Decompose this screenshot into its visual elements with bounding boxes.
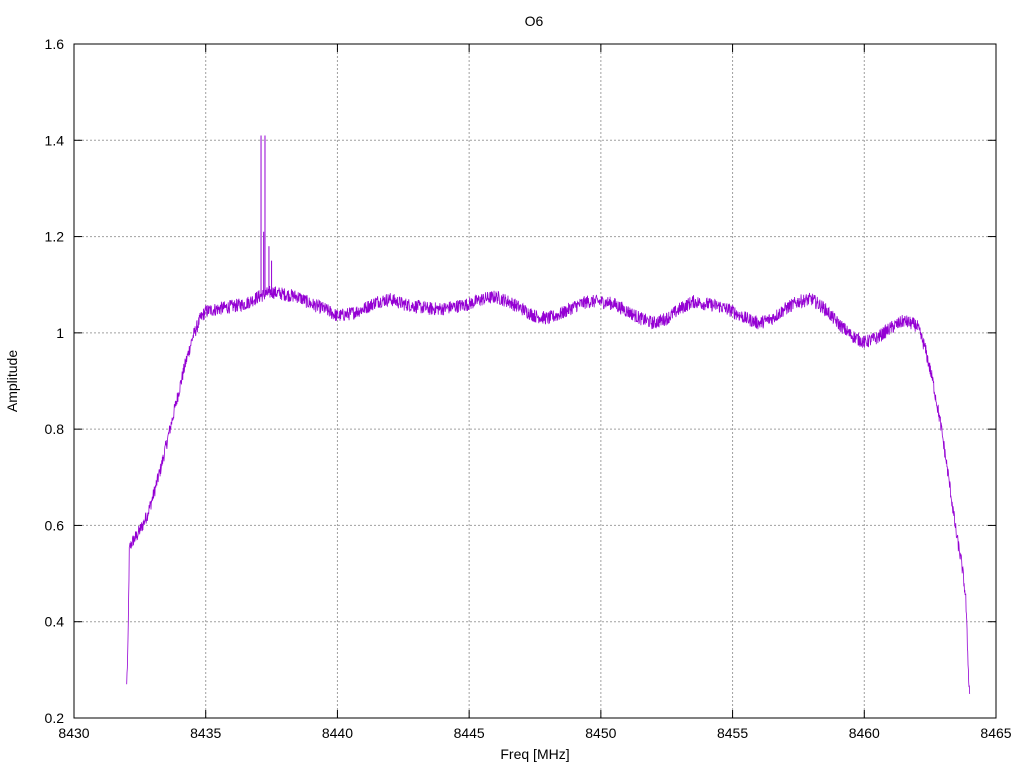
- x-axis-label: Freq [MHz]: [500, 746, 569, 762]
- y-tick-label: 1.2: [45, 229, 65, 245]
- y-tick-label: 1: [56, 325, 64, 341]
- grid: [74, 44, 996, 718]
- series-line: [126, 285, 971, 694]
- data-series: [126, 135, 971, 694]
- x-tick-label: 8450: [585, 725, 616, 741]
- ticks: 8430 8435 8440 8445 8450 8455 8460 8465 0.2 0.4 0.…: [45, 36, 1012, 741]
- x-tick-label: 8430: [58, 725, 89, 741]
- x-tick-label: 8435: [190, 725, 221, 741]
- y-axis-label: Amplitude: [4, 350, 20, 412]
- y-tick-label: 0.6: [45, 517, 65, 533]
- y-tick-label: 1.6: [45, 36, 65, 52]
- x-tick-label: 8455: [717, 725, 748, 741]
- y-tick-label: 1.4: [45, 132, 65, 148]
- chart-title: O6: [525, 13, 544, 29]
- x-tick-label: 8460: [849, 725, 880, 741]
- x-tick-label: 8440: [322, 725, 353, 741]
- plot-frame: [73, 43, 997, 719]
- y-tick-label: 0.4: [45, 614, 65, 630]
- x-tick-label: 8465: [980, 725, 1011, 741]
- x-tick-label: 8445: [454, 725, 485, 741]
- chart-canvas: O6 8430 8435 8440 8445 8450 8455 8460 8465 0.2 0.…: [4, 13, 1012, 762]
- y-tick-label: 0.2: [45, 710, 65, 726]
- y-tick-label: 0.8: [45, 421, 65, 437]
